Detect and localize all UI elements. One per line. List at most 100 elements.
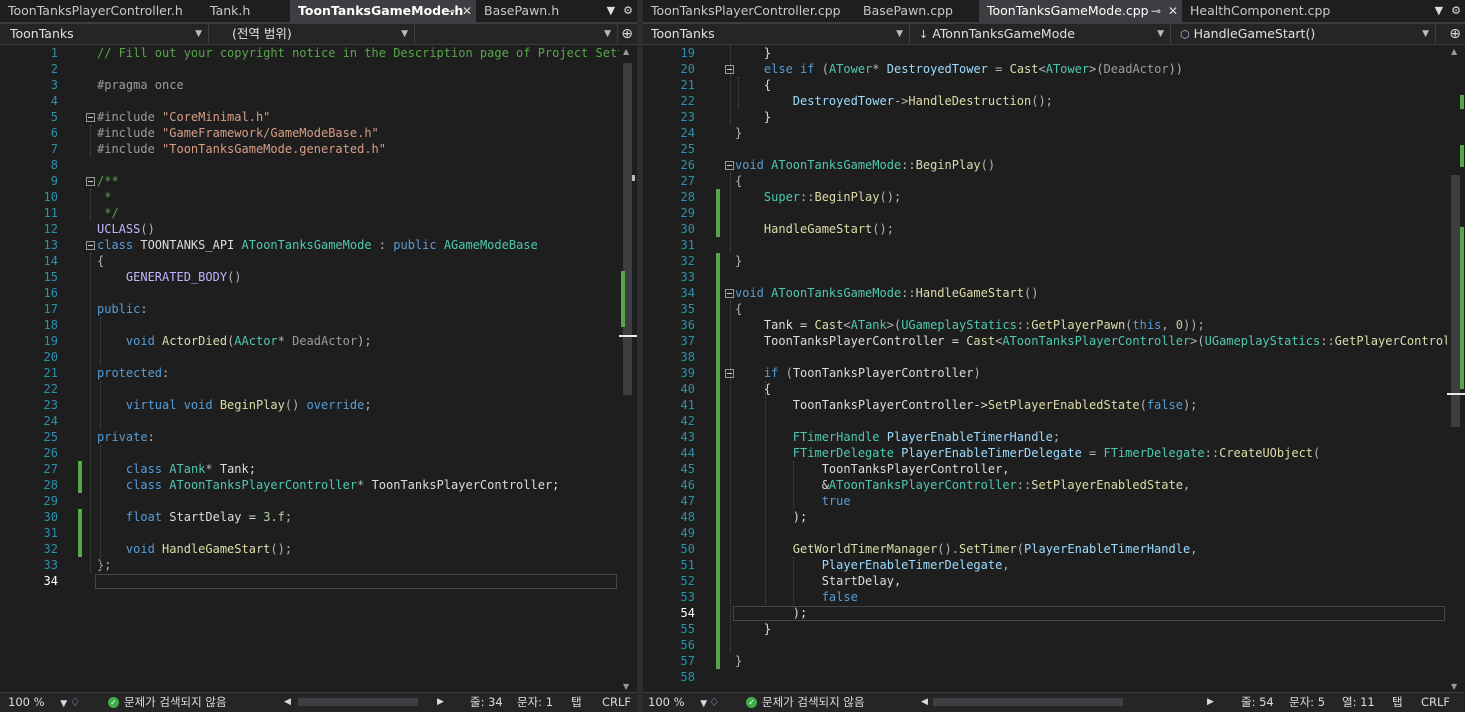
indent-indicator[interactable]: 탭 — [571, 693, 582, 712]
collapse-icon[interactable] — [86, 113, 95, 122]
gear-icon[interactable]: ⚙ — [623, 4, 633, 17]
zoom-dropdown[interactable]: 100 % ▼ — [648, 693, 707, 712]
tab-basepawn-h[interactable]: BasePawn.h — [476, 0, 586, 22]
code-area[interactable]: 1 // Fill out your copyright notice in th… — [0, 45, 637, 693]
tab-list-icon[interactable]: ▼ — [607, 4, 615, 17]
code-token: AToonTanksPlayerController — [828, 478, 1017, 492]
code-area[interactable]: 19 } 20 else if (ATower* DestroyedTower =… — [643, 45, 1465, 693]
left-code-editor[interactable]: 1 // Fill out your copyright notice in th… — [0, 45, 637, 693]
scope-dropdown[interactable]: ↓ ATonnTanksGameMode ▼ — [913, 24, 1171, 44]
member-dropdown[interactable]: ⬡ HandleGameStart() ▼ — [1174, 24, 1436, 44]
indent-indicator[interactable]: 탭 — [1392, 693, 1403, 712]
scroll-right-icon[interactable]: ▶ — [1207, 693, 1214, 712]
code-token: "ToonTanksGameMode.generated.h" — [162, 142, 386, 156]
code-line: private: — [97, 429, 155, 445]
code-token: : — [162, 366, 170, 380]
pin-icon[interactable]: ⊸ — [445, 4, 455, 18]
line-ending-indicator[interactable]: CRLF — [602, 693, 631, 712]
column-indicator[interactable]: 문자: 1 — [517, 693, 553, 712]
project-label: ToonTanks — [651, 26, 715, 41]
scroll-up-icon[interactable]: ▲ — [1451, 47, 1457, 56]
horizontal-scroll-thumb[interactable] — [933, 698, 1123, 706]
code-line: Super::BeginPlay(); — [735, 189, 901, 205]
collapse-icon[interactable] — [725, 289, 734, 298]
tab-basepawn-cpp[interactable]: BasePawn.cpp — [855, 0, 981, 22]
tab-toontanksgamemode-cpp[interactable]: ToonTanksGameMode.cpp ⊸ ✕ — [979, 0, 1182, 22]
code-token: )) — [1168, 62, 1184, 76]
column-number-indicator[interactable]: 열: 11 — [1342, 693, 1375, 712]
vertical-scrollbar[interactable]: ▲ ▼ — [1447, 45, 1465, 693]
gear-icon[interactable]: ⚙ — [1451, 4, 1461, 17]
project-dropdown[interactable]: ToonTanks ▼ — [645, 24, 910, 44]
code-token: BeginPlay — [915, 158, 981, 172]
scroll-right-icon[interactable]: ▶ — [437, 693, 444, 712]
right-code-editor[interactable]: 19 } 20 else if (ATower* DestroyedTower =… — [643, 45, 1465, 693]
line-indicator[interactable]: 줄: 34 — [470, 693, 503, 712]
zoom-dropdown[interactable]: 100 % ▼ — [8, 693, 67, 712]
member-label: HandleGameStart() — [1193, 26, 1316, 41]
line-ending-indicator[interactable]: CRLF — [1421, 693, 1450, 712]
vertical-scrollbar[interactable]: ▲ ▼ — [619, 45, 637, 693]
tab-toontanksplayercontroller-cpp[interactable]: ToonTanksPlayerController.cpp — [643, 0, 857, 22]
code-line: } — [735, 125, 742, 141]
line-number: 16 — [43, 286, 58, 300]
line-indicator[interactable]: 줄: 54 — [1241, 693, 1274, 712]
code-token: (); — [1031, 94, 1053, 108]
line-number: 46 — [680, 478, 695, 492]
code-cleanup-icon[interactable]: ♢ — [709, 693, 719, 712]
collapse-icon[interactable] — [725, 161, 734, 170]
collapse-icon[interactable] — [86, 177, 95, 186]
line-number: 15 — [43, 270, 58, 284]
scroll-up-icon[interactable]: ▲ — [623, 47, 629, 56]
code-token: UGameplayStatics — [1204, 334, 1321, 348]
close-icon[interactable]: ✕ — [1168, 4, 1178, 18]
scroll-thumb[interactable] — [623, 63, 632, 395]
issues-indicator[interactable]: ✓ 문제가 검색되지 않음 — [746, 693, 865, 712]
code-token: :: — [901, 286, 916, 300]
collapse-icon[interactable] — [86, 241, 95, 250]
scroll-left-icon[interactable]: ◀ — [284, 693, 291, 712]
code-token: */ — [97, 206, 119, 220]
code-line: void AToonTanksGameMode::HandleGameStart… — [735, 285, 1038, 301]
tab-list-icon[interactable]: ▼ — [1435, 4, 1443, 17]
pin-icon[interactable]: ⊸ — [1151, 4, 1161, 18]
code-token: () — [284, 398, 307, 412]
code-token: SetPlayerEnabledState — [987, 398, 1140, 412]
issues-indicator[interactable]: ✓ 문제가 검색되지 않음 — [108, 693, 227, 712]
tab-toontanksgamemode-h[interactable]: ToonTanksGameMode.h ⊸ ✕ — [290, 0, 476, 22]
code-cleanup-icon[interactable]: ♢ — [70, 693, 80, 712]
code-line: class TOONTANKS_API AToonTanksGameMode :… — [97, 237, 538, 253]
code-token: UGameplayStatics — [901, 318, 1017, 332]
code-token: :: — [901, 158, 916, 172]
code-token: (). — [937, 542, 959, 556]
project-dropdown[interactable]: ToonTanks ▼ — [4, 24, 209, 44]
horizontal-scroll-thumb[interactable] — [298, 698, 418, 706]
scroll-down-icon[interactable]: ▼ — [1451, 682, 1457, 691]
scroll-down-icon[interactable]: ▼ — [623, 682, 629, 691]
zoom-level: 100 % — [648, 695, 685, 709]
code-line: else if (ATower* DestroyedTower = Cast<A… — [735, 61, 1183, 77]
column-indicator[interactable]: 문자: 5 — [1289, 693, 1325, 712]
code-token: { — [735, 302, 743, 316]
tab-toontanksplayercontroller-h[interactable]: ToonTanksPlayerController.h — [0, 0, 202, 22]
code-token: ; — [284, 510, 293, 524]
code-token: public — [393, 238, 444, 252]
right-navigation-bar: ToonTanks ▼ ↓ ATonnTanksGameMode ▼ ⬡ HandleG… — [643, 24, 1465, 45]
line-number: 43 — [680, 430, 695, 444]
tab-healthcomponent-cpp[interactable]: HealthComponent.cpp — [1182, 0, 1342, 22]
scroll-thumb[interactable] — [1451, 175, 1460, 427]
scope-dropdown[interactable]: (전역 범위) ▼ — [212, 24, 415, 44]
line-number: 55 — [680, 622, 695, 636]
split-editor-icon[interactable]: ⊕ — [621, 24, 633, 44]
tab-tank-h[interactable]: Tank.h — [202, 0, 288, 22]
code-token: * — [872, 62, 887, 76]
member-dropdown[interactable]: ▼ — [418, 24, 618, 44]
scroll-left-icon[interactable]: ◀ — [921, 693, 928, 712]
chevron-down-icon: ▼ — [60, 699, 68, 709]
code-line: DestroyedTower->HandleDestruction(); — [735, 93, 1053, 109]
close-icon[interactable]: ✕ — [462, 4, 472, 18]
line-number: 23 — [43, 398, 58, 412]
code-token: < — [1038, 62, 1046, 76]
split-editor-icon[interactable]: ⊕ — [1449, 24, 1461, 44]
